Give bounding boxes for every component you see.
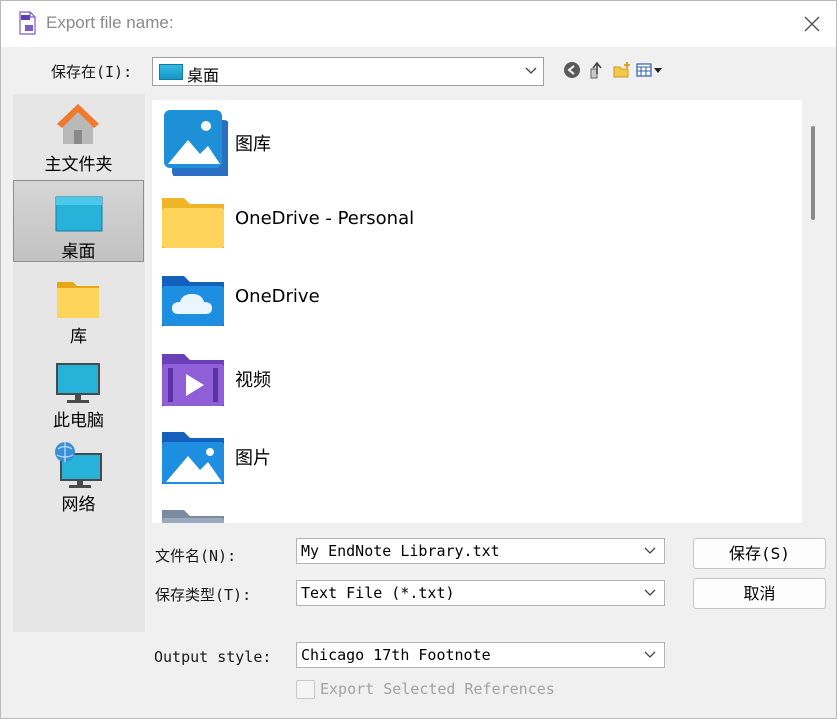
gallery-icon — [164, 110, 228, 176]
filetype-value: Text File (*.txt) — [301, 584, 455, 602]
library-icon — [57, 282, 99, 318]
export-dialog: Export file name: 保存在(I): 桌面 主文件夹 桌面 库 此… — [0, 0, 837, 719]
chevron-down-icon — [525, 67, 537, 74]
place-label: 此电脑 — [53, 411, 104, 431]
window-title: Export file name: — [46, 13, 174, 32]
save-button[interactable]: 保存(S) — [693, 538, 826, 569]
navigation-toolbar — [561, 59, 664, 81]
desktop-icon — [159, 64, 183, 80]
new-folder-button[interactable] — [611, 59, 633, 81]
file-name: OneDrive — [235, 286, 320, 307]
pictures-folder-icon — [162, 432, 224, 484]
place-label: 库 — [70, 327, 87, 347]
onedrive-folder-icon — [162, 276, 224, 326]
back-button[interactable] — [561, 59, 583, 81]
up-folder-icon — [590, 61, 602, 79]
place-label: 网络 — [61, 495, 96, 515]
folder-icon — [162, 510, 224, 523]
place-desktop[interactable]: 桌面 — [13, 180, 144, 262]
list-item[interactable]: 图片 — [152, 418, 792, 490]
place-library[interactable]: 库 — [13, 266, 144, 348]
chevron-down-icon — [644, 589, 656, 596]
close-icon — [804, 16, 820, 32]
home-icon — [57, 104, 99, 144]
list-item[interactable] — [152, 498, 792, 523]
filename-label: 文件名(N): — [155, 547, 237, 565]
file-name: 图片 — [235, 448, 271, 469]
desktop-icon — [55, 196, 103, 232]
new-folder-icon — [613, 62, 630, 78]
computer-icon — [56, 363, 100, 403]
folder-icon — [162, 198, 224, 248]
chevron-down-icon — [644, 651, 656, 658]
save-in-value: 桌面 — [187, 66, 220, 85]
output-style-value: Chicago 17th Footnote — [301, 646, 491, 664]
place-home[interactable]: 主文件夹 — [13, 94, 144, 176]
chevron-down-icon — [644, 547, 656, 554]
filetype-combobox[interactable]: Text File (*.txt) — [296, 580, 665, 606]
view-menu-button[interactable] — [636, 59, 664, 81]
place-network[interactable]: 网络 — [13, 434, 144, 516]
scroll-thumb[interactable] — [811, 126, 815, 220]
vertical-scrollbar[interactable] — [806, 100, 820, 523]
file-name: 图库 — [235, 134, 271, 155]
export-selected-checkbox[interactable] — [296, 680, 315, 699]
back-arrow-icon — [564, 62, 580, 78]
place-this-pc[interactable]: 此电脑 — [13, 350, 144, 432]
title-bar: Export file name: — [1, 1, 836, 47]
output-style-combobox[interactable]: Chicago 17th Footnote — [296, 642, 665, 668]
filename-value: My EndNote Library.txt — [301, 542, 500, 560]
places-bar: 主文件夹 桌面 库 此电脑 网络 — [13, 94, 145, 632]
list-item[interactable]: OneDrive — [152, 260, 792, 332]
list-item[interactable]: OneDrive - Personal — [152, 182, 792, 254]
up-folder-button[interactable] — [586, 59, 608, 81]
file-name: 视频 — [235, 370, 271, 391]
output-style-label: Output style: — [154, 648, 272, 666]
place-label: 桌面 — [61, 242, 96, 262]
place-label: 主文件夹 — [44, 155, 113, 175]
cancel-button[interactable]: 取消 — [693, 578, 826, 609]
list-item[interactable]: 图库 — [152, 104, 792, 176]
filename-combobox[interactable]: My EndNote Library.txt — [296, 538, 665, 564]
save-in-label: 保存在(I): — [51, 63, 133, 81]
close-button[interactable] — [797, 9, 827, 39]
videos-folder-icon — [162, 354, 224, 406]
file-name: OneDrive - Personal — [235, 208, 415, 229]
file-list[interactable]: 图库 OneDrive - Personal OneDrive 视频 图片 — [152, 100, 802, 523]
view-list-icon — [636, 63, 662, 77]
save-in-combobox[interactable]: 桌面 — [152, 57, 544, 86]
filetype-label: 保存类型(T): — [155, 586, 252, 604]
endnote-app-icon — [19, 11, 36, 35]
export-selected-label: Export Selected References — [320, 680, 555, 698]
network-icon — [55, 442, 102, 488]
list-item[interactable]: 视频 — [152, 340, 792, 412]
